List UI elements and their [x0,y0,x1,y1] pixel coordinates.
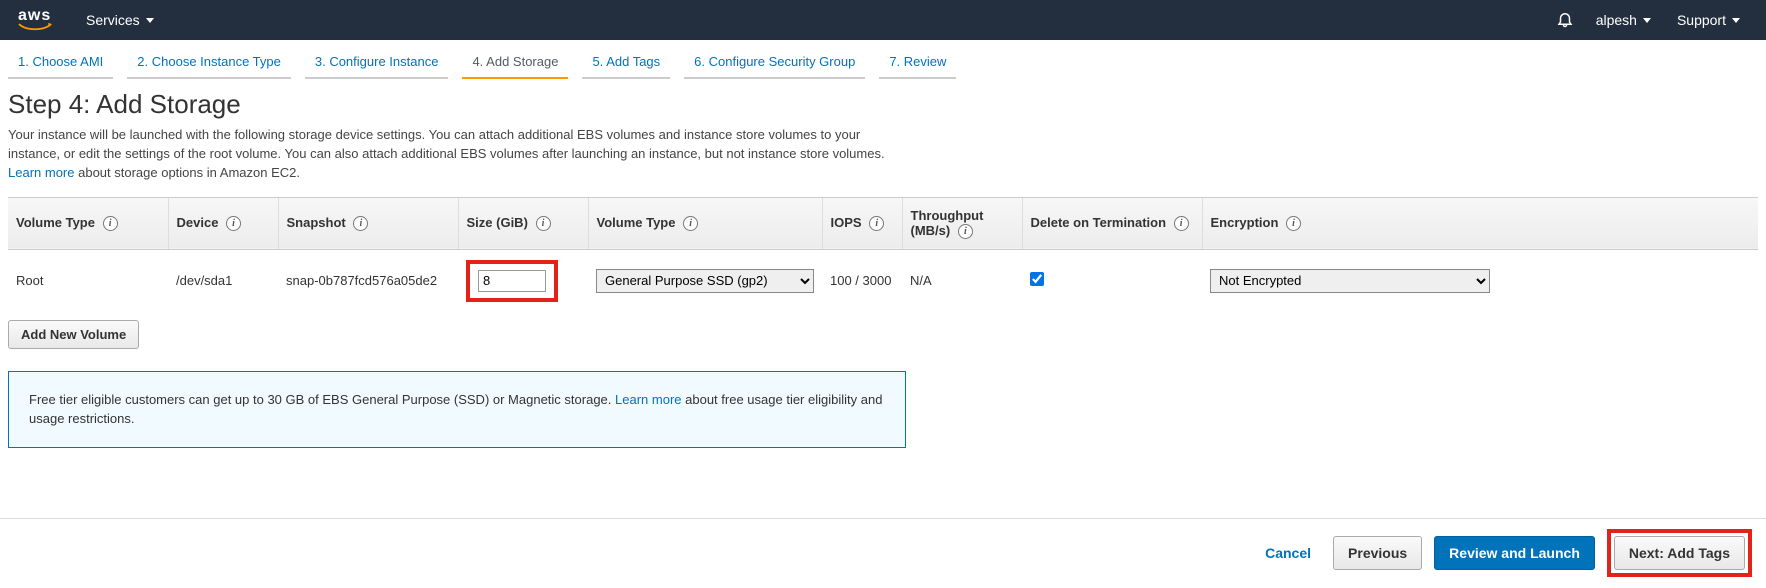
user-name-label: alpesh [1596,12,1637,28]
col-delete-on-termination-label: Delete on Termination [1031,215,1167,230]
wizard-step-3[interactable]: 3. Configure Instance [305,48,449,79]
col-throughput: Throughput (MB/s) i [902,197,1022,249]
info-icon[interactable]: i [536,216,551,231]
top-nav: aws Services alpesh Support [0,0,1766,40]
next-add-tags-button[interactable]: Next: Add Tags [1614,536,1745,570]
cell-throughput: N/A [902,249,1022,312]
info-icon[interactable]: i [1286,216,1301,231]
wizard-step-2[interactable]: 2. Choose Instance Type [127,48,291,79]
aws-logo-text: aws [18,9,51,23]
review-and-launch-button[interactable]: Review and Launch [1434,536,1595,570]
support-label: Support [1677,12,1726,28]
footer-actions: Cancel Previous Review and Launch Next: … [0,518,1766,587]
col-iops: IOPS i [822,197,902,249]
page-title: Step 4: Add Storage [8,89,1758,120]
size-highlight-box [466,260,558,302]
wizard-step-1[interactable]: 1. Choose AMI [8,48,113,79]
previous-button[interactable]: Previous [1333,536,1422,570]
volume-type-select[interactable]: General Purpose SSD (gp2) [596,269,814,293]
cell-delete-on-termination [1022,249,1202,312]
add-volume-container: Add New Volume [8,320,1758,349]
user-menu[interactable]: alpesh [1596,12,1651,28]
wizard-step-4[interactable]: 4. Add Storage [462,48,568,79]
col-iops-label: IOPS [831,215,862,230]
col-volume-type-select-label: Volume Type [597,215,676,230]
col-size: Size (GiB) i [458,197,588,249]
note-learn-more-link[interactable]: Learn more [615,392,681,407]
col-volume-type: Volume Type i [8,197,168,249]
col-snapshot: Snapshot i [278,197,458,249]
cancel-link[interactable]: Cancel [1255,539,1321,567]
aws-logo[interactable]: aws [18,9,52,31]
wizard-step-5[interactable]: 5. Add Tags [582,48,670,79]
notifications-button[interactable] [1556,10,1574,31]
cell-encryption: Not Encrypted [1202,249,1758,312]
aws-smile-icon [18,23,52,31]
col-snapshot-label: Snapshot [287,215,346,230]
page-description: Your instance will be launched with the … [8,126,908,183]
caret-down-icon [1643,18,1651,23]
info-icon[interactable]: i [226,216,241,231]
col-device: Device i [168,197,278,249]
info-icon[interactable]: i [1174,216,1189,231]
caret-down-icon [146,18,154,23]
next-highlight-box: Next: Add Tags [1607,529,1752,577]
main-content: Step 4: Add Storage Your instance will b… [0,79,1766,448]
wizard-step-7[interactable]: 7. Review [879,48,956,79]
cell-volume-type: Root [8,249,168,312]
storage-table: Volume Type i Device i Snapshot i Size (… [8,197,1758,312]
desc-text-1: Your instance will be launched with the … [8,127,885,161]
info-icon[interactable]: i [353,216,368,231]
size-input[interactable] [478,270,546,292]
info-icon[interactable]: i [958,224,973,239]
desc-text-2: about storage options in Amazon EC2. [78,165,300,180]
learn-more-link[interactable]: Learn more [8,165,74,180]
note-text-1: Free tier eligible customers can get up … [29,392,611,407]
info-icon[interactable]: i [103,216,118,231]
col-delete-on-termination: Delete on Termination i [1022,197,1202,249]
services-label: Services [86,12,140,28]
support-menu[interactable]: Support [1677,12,1740,28]
col-size-label: Size (GiB) [467,215,528,230]
storage-table-container: Volume Type i Device i Snapshot i Size (… [8,197,1758,349]
cell-snapshot: snap-0b787fcd576a05de2 [278,249,458,312]
add-new-volume-button[interactable]: Add New Volume [8,320,139,349]
bell-icon [1556,10,1574,28]
wizard-steps: 1. Choose AMI 2. Choose Instance Type 3.… [0,40,1766,79]
caret-down-icon [1732,18,1740,23]
services-menu[interactable]: Services [80,12,160,28]
cell-volume-type-select: General Purpose SSD (gp2) [588,249,822,312]
free-tier-note: Free tier eligible customers can get up … [8,371,906,448]
table-row: Root /dev/sda1 snap-0b787fcd576a05de2 Ge… [8,249,1758,312]
info-icon[interactable]: i [683,216,698,231]
info-icon[interactable]: i [869,216,884,231]
cell-size [458,249,588,312]
cell-iops: 100 / 3000 [822,249,902,312]
delete-on-termination-checkbox[interactable] [1030,272,1044,286]
col-volume-type-label: Volume Type [16,215,95,230]
col-volume-type-select: Volume Type i [588,197,822,249]
col-encryption: Encryption i [1202,197,1758,249]
wizard-step-6[interactable]: 6. Configure Security Group [684,48,865,79]
cell-device: /dev/sda1 [168,249,278,312]
col-device-label: Device [177,215,219,230]
col-encryption-label: Encryption [1211,215,1279,230]
encryption-select[interactable]: Not Encrypted [1210,269,1490,293]
